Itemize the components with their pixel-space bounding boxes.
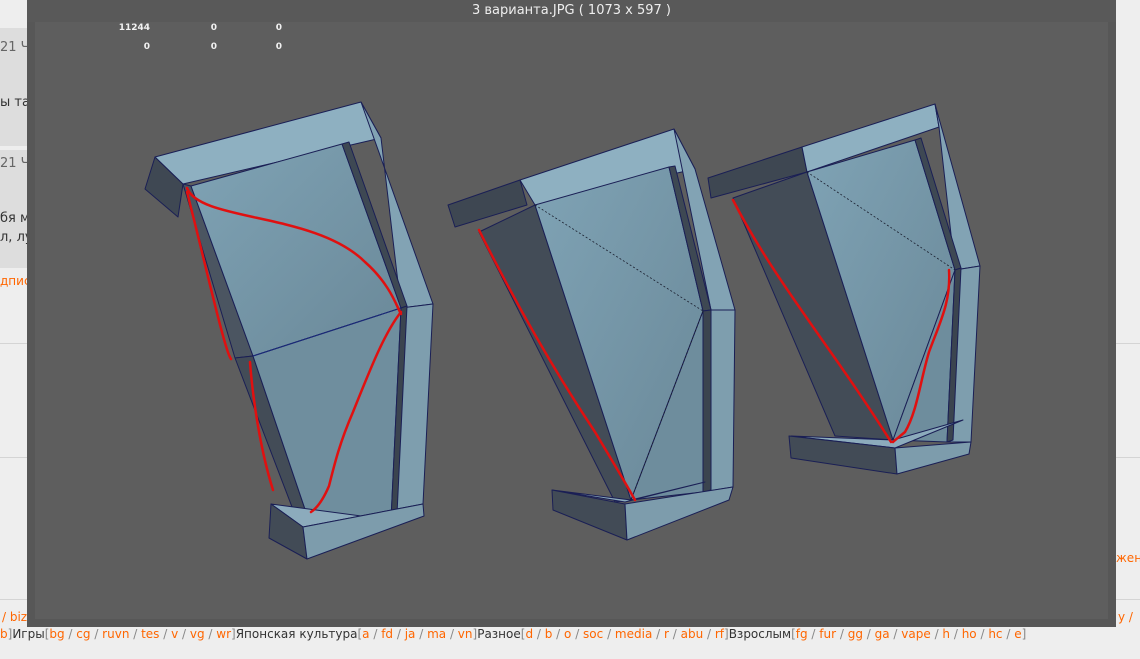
separator: / bbox=[415, 627, 428, 641]
board-link-fur[interactable]: fur bbox=[819, 627, 836, 641]
board-link-media[interactable]: media bbox=[615, 627, 652, 641]
board-link-b[interactable]: b bbox=[0, 627, 8, 641]
separator: / bbox=[446, 627, 458, 641]
board-link-rf[interactable]: rf bbox=[715, 627, 724, 641]
viewer-image[interactable]: 11244 0 0 0 0 0 bbox=[35, 22, 1108, 619]
board-link-h[interactable]: h bbox=[942, 627, 950, 641]
board-link-ho[interactable]: ho bbox=[962, 627, 977, 641]
separator: / bbox=[807, 627, 820, 641]
separator: / bbox=[603, 627, 615, 641]
board-link-e[interactable]: e bbox=[1014, 627, 1021, 641]
board-link-vape[interactable]: vape bbox=[901, 627, 930, 641]
separator: / bbox=[976, 627, 989, 641]
post-text: бя м bbox=[0, 211, 30, 226]
separator: / bbox=[159, 627, 172, 641]
separator: / bbox=[571, 627, 584, 641]
viewer-title: 3 варианта.JPG ( 1073 x 597 ) bbox=[27, 0, 1116, 22]
board-link-cg[interactable]: cg bbox=[76, 627, 90, 641]
board-link-ja[interactable]: ja bbox=[405, 627, 416, 641]
separator: / bbox=[90, 627, 103, 641]
board-link-d[interactable]: d bbox=[525, 627, 533, 641]
image-viewer[interactable]: 3 варианта.JPG ( 1073 x 597 ) 11244 0 0 … bbox=[27, 0, 1116, 627]
board-link-vg[interactable]: vg bbox=[190, 627, 205, 641]
board-link-ga[interactable]: ga bbox=[875, 627, 890, 641]
separator: / bbox=[129, 627, 142, 641]
separator: / bbox=[64, 627, 77, 641]
separator: / bbox=[204, 627, 217, 641]
board-link-hc[interactable]: hc bbox=[988, 627, 1002, 641]
bracket-close: ] bbox=[1021, 627, 1027, 641]
separator: / bbox=[533, 627, 545, 641]
board-link-bg[interactable]: bg bbox=[49, 627, 64, 641]
board-link[interactable]: y / bbox=[1118, 610, 1133, 624]
post-timestamp: 21 Ч bbox=[0, 156, 30, 171]
board-link-wr[interactable]: wr bbox=[216, 627, 231, 641]
separator: / bbox=[889, 627, 902, 641]
forum-page: 21 Ч ы там 21 Ч бя м л, лу дпис жени / b… bbox=[0, 0, 1140, 659]
board-link-a[interactable]: a bbox=[362, 627, 369, 641]
separator: / bbox=[552, 627, 565, 641]
separator: / bbox=[862, 627, 875, 641]
board-link-vn[interactable]: vn bbox=[458, 627, 473, 641]
board-group-label: Разное bbox=[477, 627, 521, 641]
board-link-gg[interactable]: gg bbox=[848, 627, 863, 641]
board-link-abu[interactable]: abu bbox=[681, 627, 704, 641]
board-list-partial: / biz bbox=[0, 610, 27, 624]
board-link[interactable]: / biz bbox=[0, 610, 27, 624]
board-link-fd[interactable]: fd bbox=[381, 627, 393, 641]
board-group-label: Игры bbox=[12, 627, 45, 641]
notice-link[interactable]: жени bbox=[1116, 551, 1140, 565]
separator: / bbox=[703, 627, 715, 641]
separator: / bbox=[668, 627, 681, 641]
separator: / bbox=[1002, 627, 1015, 641]
separator: / bbox=[369, 627, 382, 641]
separator: / bbox=[836, 627, 848, 641]
separator: / bbox=[652, 627, 664, 641]
separator: / bbox=[393, 627, 405, 641]
board-group-label: Взрослым bbox=[728, 627, 792, 641]
3d-render bbox=[144, 101, 981, 560]
model-variant-2 bbox=[447, 128, 736, 541]
separator: / bbox=[178, 627, 190, 641]
board-link-soc[interactable]: soc bbox=[583, 627, 603, 641]
board-list-partial: y / bbox=[1118, 610, 1133, 624]
board-link-ma[interactable]: ma bbox=[427, 627, 446, 641]
post-timestamp: 21 Ч bbox=[0, 40, 30, 55]
board-link-tes[interactable]: tes bbox=[141, 627, 159, 641]
model-variant-3 bbox=[707, 103, 981, 475]
separator: / bbox=[950, 627, 962, 641]
board-link-fg[interactable]: fg bbox=[796, 627, 808, 641]
board-link-ruvn[interactable]: ruvn bbox=[102, 627, 129, 641]
reply-link[interactable]: дпис bbox=[0, 274, 31, 288]
board-list: b]Игры[bg / cg / ruvn / tes / v / vg / w… bbox=[0, 627, 1026, 641]
board-group-label: Японская культура bbox=[235, 627, 358, 641]
separator: / bbox=[930, 627, 943, 641]
